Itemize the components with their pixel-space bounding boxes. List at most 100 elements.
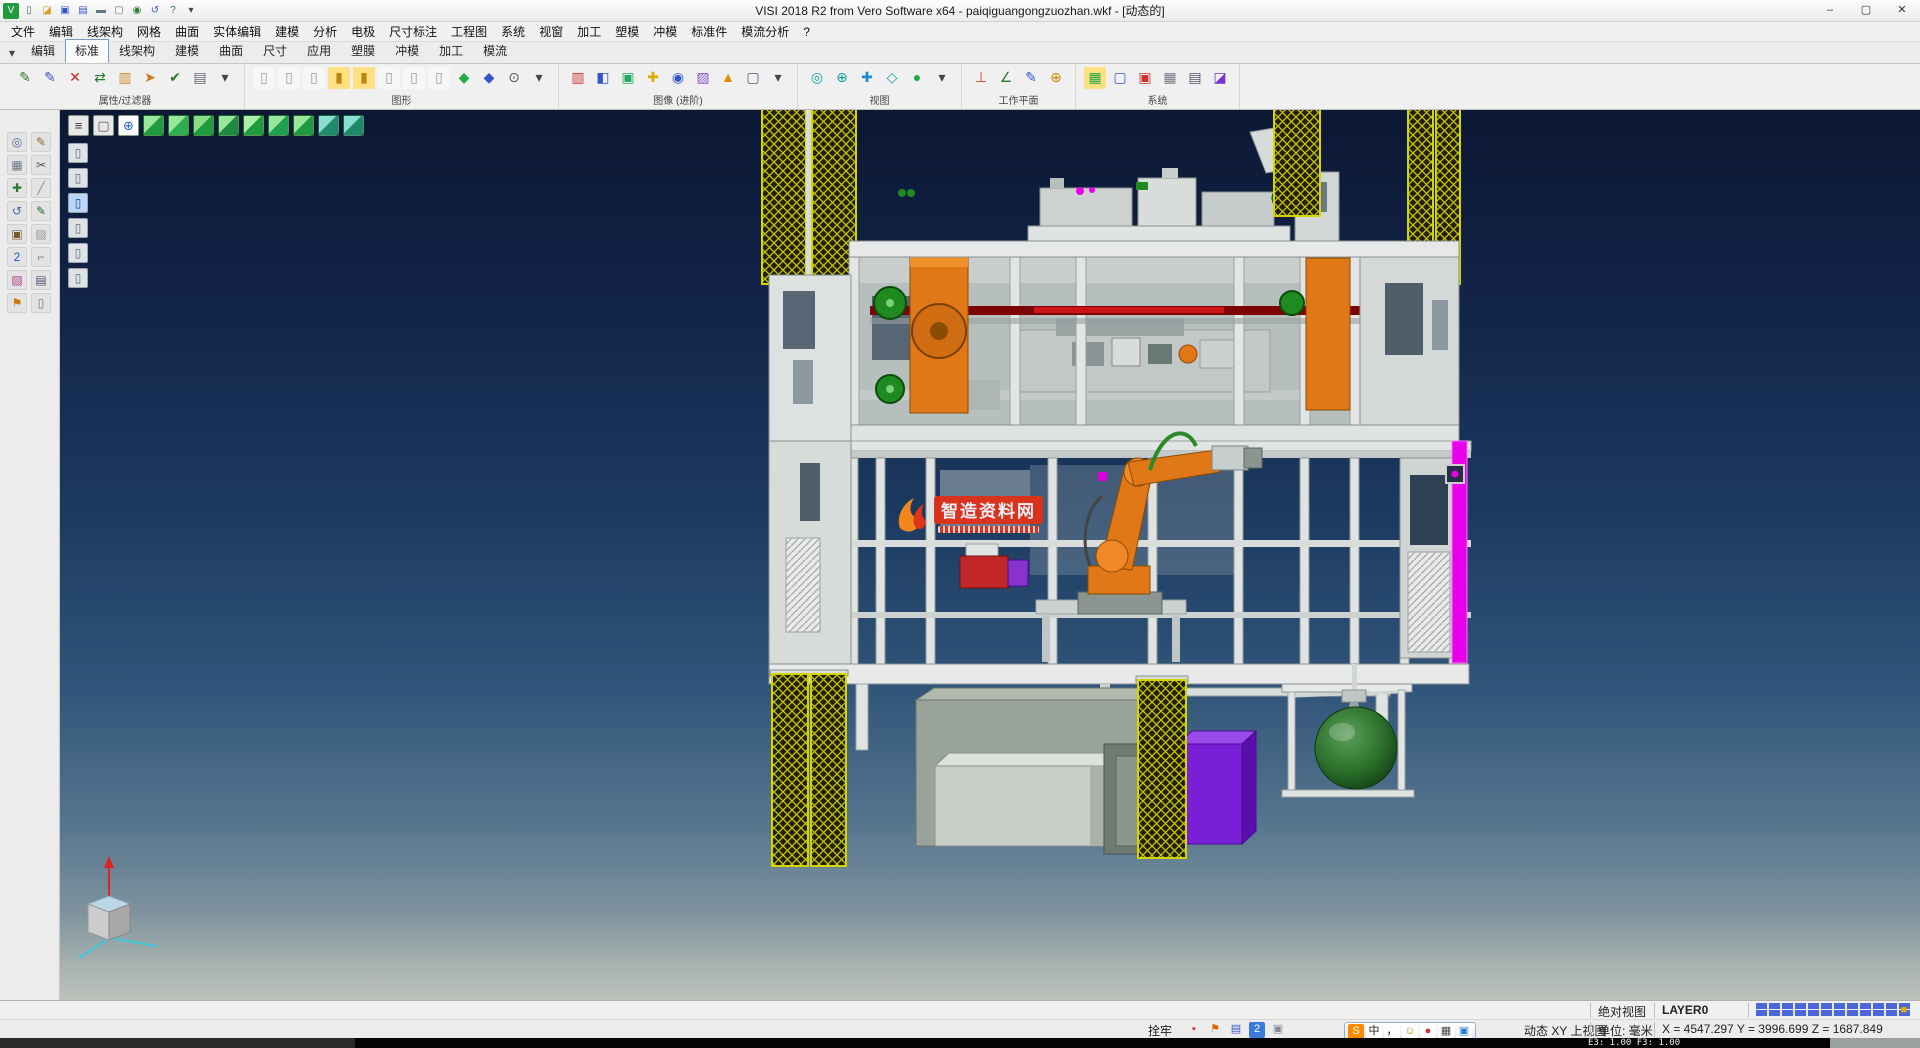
view-iso-icon[interactable] xyxy=(293,115,314,136)
layer-lock-icon[interactable]: ▮ xyxy=(353,67,375,89)
layer-group-icon[interactable]: ▯ xyxy=(428,67,450,89)
qat-more-icon[interactable]: ▾ xyxy=(183,3,199,19)
machine-upper-frame[interactable] xyxy=(769,241,1459,441)
sphere-hoist[interactable] xyxy=(1282,664,1414,797)
tab-flow[interactable]: 模流 xyxy=(473,39,517,63)
view-front-icon[interactable] xyxy=(143,115,164,136)
axis-icon[interactable]: ✚ xyxy=(7,178,27,198)
knife-icon[interactable]: ╱ xyxy=(31,178,51,198)
help-quick-icon[interactable]: ? xyxy=(165,3,181,19)
clipboard-status-icon[interactable]: ▤ xyxy=(1228,1022,1244,1038)
view-refresh-icon[interactable]: ◎ xyxy=(806,67,828,89)
color-pens-icon[interactable]: ▥ xyxy=(114,67,136,89)
menu-edit[interactable]: 编辑 xyxy=(42,23,80,40)
workplane-xy-icon[interactable]: ⊥ xyxy=(970,67,992,89)
grid-icon[interactable]: ▦ xyxy=(7,155,27,175)
cad-model-scene[interactable] xyxy=(60,110,1920,1000)
erase-icon[interactable]: ▨ xyxy=(31,224,51,244)
clip-tool-1-icon[interactable]: ▯ xyxy=(68,143,88,163)
clip-tool-4-icon[interactable]: ▯ xyxy=(68,218,88,238)
view-plane-icon[interactable]: ▢ xyxy=(93,115,114,136)
snapshot-icon[interactable]: ◉ xyxy=(129,3,145,19)
capture-icon[interactable]: ▢ xyxy=(742,67,764,89)
view-left-icon[interactable] xyxy=(193,115,214,136)
filter-up-icon[interactable]: ➤ xyxy=(139,67,161,89)
menu-system[interactable]: 系统 xyxy=(494,23,532,40)
palette-icon[interactable]: ▧ xyxy=(7,270,27,290)
menu-solid-edit[interactable]: 实体编辑 xyxy=(206,23,268,40)
print-icon[interactable]: ▬ xyxy=(93,3,109,19)
view-shade-icon[interactable]: ● xyxy=(906,67,928,89)
view-mode-label[interactable]: 动态 XY 上视图 xyxy=(1524,1022,1606,1039)
tab-dropdown-icon[interactable]: ▾ xyxy=(3,46,21,63)
rotate-icon[interactable]: ↺ xyxy=(7,201,27,221)
tab-wireframe[interactable]: 线架构 xyxy=(109,39,165,63)
tab-die[interactable]: 冲模 xyxy=(385,39,429,63)
workplane-origin-icon[interactable]: ⊕ xyxy=(1045,67,1067,89)
new-file-icon[interactable]: ▯ xyxy=(21,3,37,19)
safety-fence-bottom-right[interactable] xyxy=(1136,676,1188,858)
view-axon-icon[interactable] xyxy=(343,115,364,136)
menu-surface[interactable]: 曲面 xyxy=(168,23,206,40)
menu-die[interactable]: 冲模 xyxy=(646,23,684,40)
zoom-window-icon[interactable]: ◎ xyxy=(7,132,27,152)
menu-drawing[interactable]: 工程图 xyxy=(444,23,494,40)
preview-icon[interactable]: ▢ xyxy=(111,3,127,19)
material-icon[interactable]: ▨ xyxy=(692,67,714,89)
layer-active-icon[interactable]: ▮ xyxy=(328,67,350,89)
filter-more-icon[interactable]: ▾ xyxy=(214,67,236,89)
measure-icon[interactable]: ⌐ xyxy=(31,247,51,267)
view-right-icon[interactable] xyxy=(218,115,239,136)
safety-fence-bottom-left[interactable] xyxy=(770,670,848,866)
clipboard-icon[interactable]: ▯ xyxy=(31,293,51,313)
tab-dimension[interactable]: 尺寸 xyxy=(253,39,297,63)
change-attr-icon[interactable]: ✎ xyxy=(39,67,61,89)
render-modes-icon[interactable]: ▥ xyxy=(567,67,589,89)
lock-mode-label[interactable]: 拴牢 xyxy=(1148,1022,1172,1039)
layer-db4-icon[interactable]: ▯ xyxy=(378,67,400,89)
red-control-box[interactable] xyxy=(960,556,1008,588)
camera-icon[interactable]: ◉ xyxy=(667,67,689,89)
layer-color-swatches[interactable] xyxy=(1756,1003,1910,1016)
menu-file[interactable]: 文件 xyxy=(4,23,42,40)
texture-icon[interactable]: ▣ xyxy=(617,67,639,89)
db-search-icon[interactable]: ⊙ xyxy=(503,67,525,89)
menu-dimension[interactable]: 尺寸标注 xyxy=(382,23,444,40)
undo-icon[interactable]: ↺ xyxy=(147,3,163,19)
layer-db5-icon[interactable]: ▯ xyxy=(403,67,425,89)
view-zoom-icon[interactable]: ⊕ xyxy=(831,67,853,89)
clip-tool-active-icon[interactable]: ▯ xyxy=(68,193,88,213)
purple-cabinet[interactable] xyxy=(1178,744,1242,844)
menu-analysis[interactable]: 分析 xyxy=(306,23,344,40)
effects-icon[interactable]: ▲ xyxy=(717,67,739,89)
filter-check-icon[interactable]: ✔ xyxy=(164,67,186,89)
system-plane-icon[interactable]: ◪ xyxy=(1209,67,1231,89)
layer-db-icon[interactable]: ▯ xyxy=(253,67,275,89)
machine-mid-frame[interactable] xyxy=(769,433,1471,696)
light-icon[interactable]: ✚ xyxy=(642,67,664,89)
flag-status-icon[interactable]: ⚑ xyxy=(1207,1022,1223,1038)
safety-fence-top-right[interactable] xyxy=(1274,110,1320,216)
menu-mesh[interactable]: 网格 xyxy=(130,23,168,40)
box-icon[interactable]: ▣ xyxy=(7,224,27,244)
view-list-icon[interactable]: ≡ xyxy=(68,115,89,136)
open-file-icon[interactable]: ◪ xyxy=(39,3,55,19)
delete-entities-icon[interactable]: ✕ xyxy=(64,67,86,89)
system-grid-icon[interactable]: ▦ xyxy=(1084,67,1106,89)
tray-status-icon[interactable]: ▣ xyxy=(1270,1022,1286,1038)
clip-tool-6-icon[interactable]: ▯ xyxy=(68,268,88,288)
layer-db2-icon[interactable]: ▯ xyxy=(278,67,300,89)
orange-column-right[interactable] xyxy=(1306,258,1350,410)
clip-tool-2-icon[interactable]: ▯ xyxy=(68,168,88,188)
safety-fence-top-left[interactable] xyxy=(760,110,858,284)
menu-electrode[interactable]: 电极 xyxy=(344,23,382,40)
snap-status-icon[interactable]: ▪ xyxy=(1186,1022,1202,1038)
view-pan-icon[interactable]: ✚ xyxy=(856,67,878,89)
view-top-icon[interactable] xyxy=(243,115,264,136)
tab-machining[interactable]: 加工 xyxy=(429,39,473,63)
view-more-icon[interactable]: ▾ xyxy=(931,67,953,89)
status-color-icon[interactable]: ■ xyxy=(1896,1003,1912,1019)
minimize-button[interactable]: – xyxy=(1812,0,1848,21)
save-icon[interactable]: ▣ xyxy=(57,3,73,19)
image-more-icon[interactable]: ▾ xyxy=(767,67,789,89)
